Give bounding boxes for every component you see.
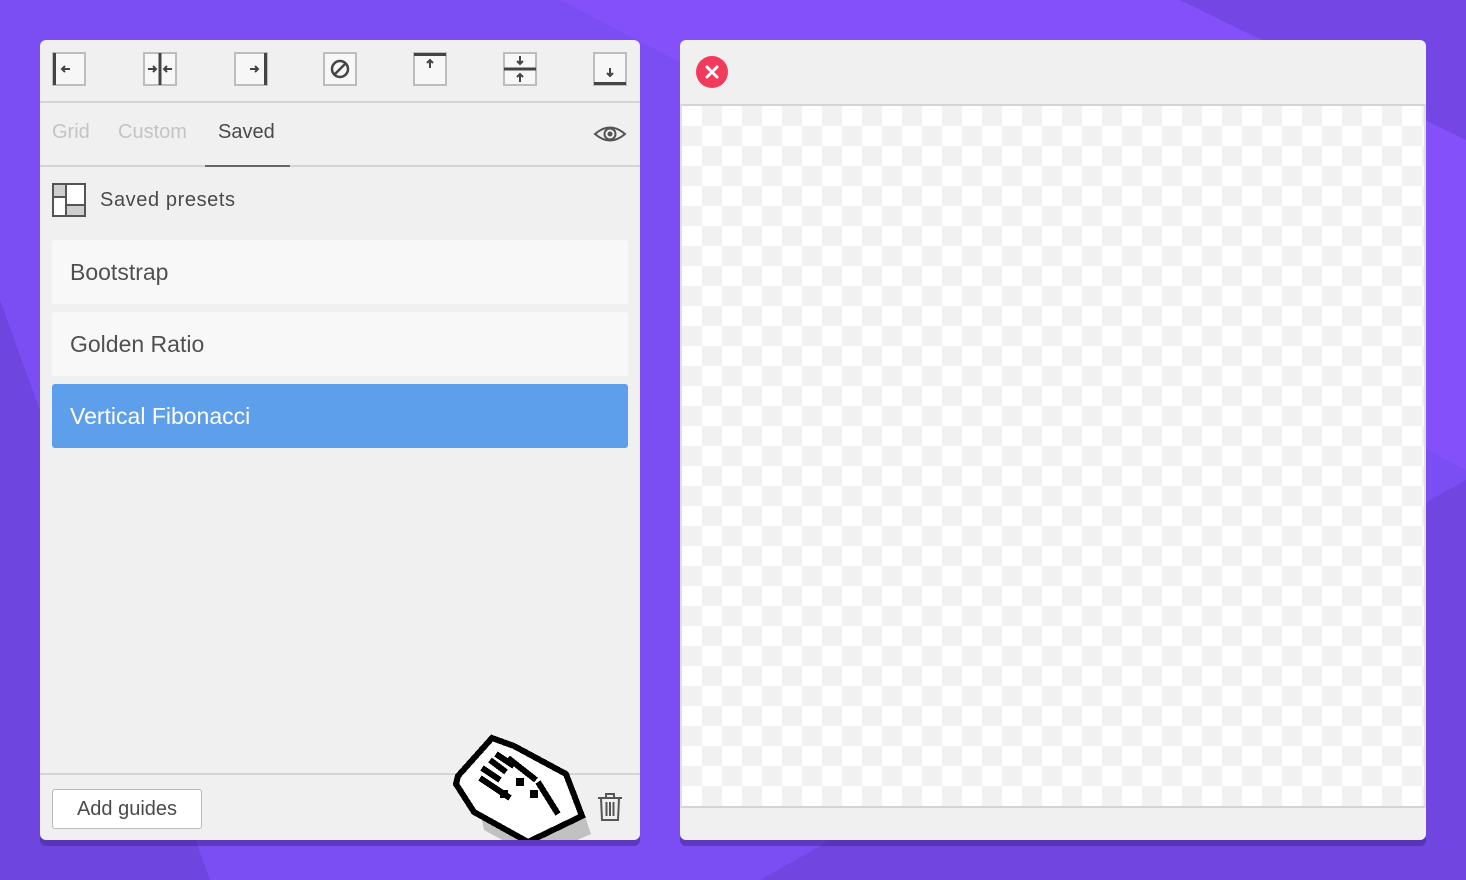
section-title: Saved presets [100, 188, 236, 211]
preset-item-bootstrap[interactable]: Bootstrap [52, 240, 628, 304]
align-bottom-icon[interactable] [593, 52, 627, 86]
eye-icon[interactable] [593, 119, 627, 149]
close-icon[interactable] [696, 56, 728, 88]
preset-list: Bootstrap Golden Ratio Vertical Fibonacc… [52, 240, 628, 456]
tab-saved[interactable]: Saved [218, 103, 275, 167]
guides-panel: Grid Custom Saved Saved presets Bootstra… [40, 40, 640, 840]
section-header: Saved presets [52, 183, 236, 217]
align-left-icon[interactable] [52, 52, 86, 86]
add-guides-button[interactable]: Add guides [52, 789, 202, 829]
tab-custom[interactable]: Custom [118, 103, 187, 167]
tab-grid[interactable]: Grid [52, 103, 90, 167]
clear-guides-icon[interactable] [323, 52, 357, 86]
preset-item-vertical-fibonacci[interactable]: Vertical Fibonacci [52, 384, 628, 448]
active-tab-indicator [205, 165, 290, 167]
align-middle-horizontal-icon[interactable] [503, 52, 537, 86]
preset-item-golden-ratio[interactable]: Golden Ratio [52, 312, 628, 376]
align-right-icon[interactable] [234, 52, 268, 86]
alignment-toolbar [40, 40, 640, 103]
trash-icon[interactable] [594, 791, 626, 823]
preview-window [680, 40, 1426, 840]
align-top-icon[interactable] [413, 52, 447, 86]
preview-canvas[interactable] [680, 104, 1426, 808]
tab-bar: Grid Custom Saved [40, 103, 640, 167]
layout-icon [52, 183, 86, 217]
pointer-hand-icon [450, 734, 592, 840]
align-center-vertical-icon[interactable] [143, 52, 177, 86]
